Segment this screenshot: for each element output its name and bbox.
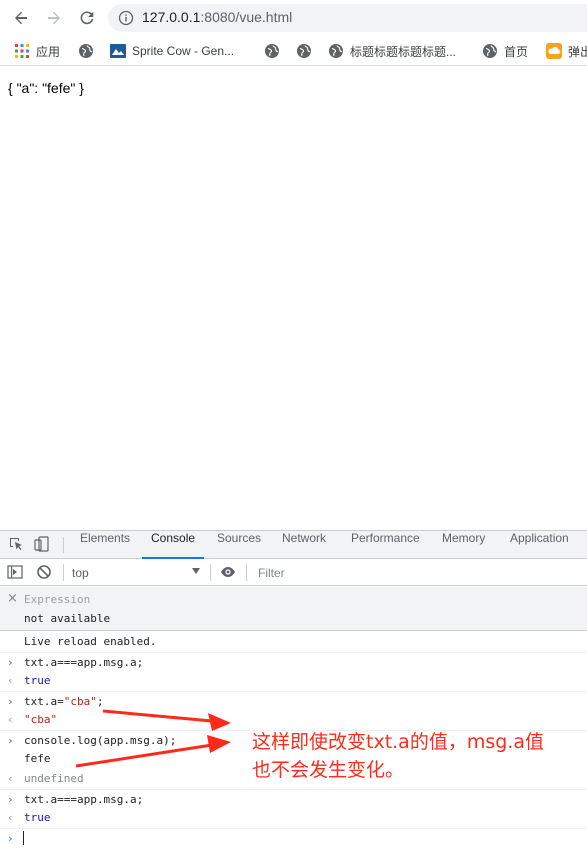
console-result-row: ‹ true — [0, 808, 587, 827]
result-arrow-icon: ‹ — [7, 674, 14, 687]
console-result: "cba" — [24, 713, 58, 726]
console-result: undefined — [24, 772, 84, 785]
forward-button[interactable] — [42, 6, 66, 30]
bookmark-title-label: 标题标题标题标题... — [350, 44, 457, 59]
inspect-element-icon[interactable] — [8, 536, 24, 552]
tab-performance[interactable]: Performance — [351, 531, 420, 559]
live-expression-value: not available — [24, 612, 111, 625]
devtools-tabbar: Elements Console Sources Network Perform… — [0, 531, 587, 559]
console-result-row: ‹ true — [0, 671, 587, 690]
url-path: :8080/vue.html — [200, 9, 293, 25]
console-log-text: fefe — [24, 752, 51, 765]
apps-grid-icon — [15, 44, 29, 58]
bookmark-title[interactable]: 标题标题标题标题... — [328, 41, 456, 61]
tab-memory[interactable]: Memory — [442, 531, 485, 559]
tab-elements[interactable]: Elements — [80, 531, 130, 559]
console-command: txt.a===app.msg.a; — [24, 793, 144, 806]
orange-cloud-icon — [546, 43, 562, 59]
live-expression: × Expression not available — [0, 587, 587, 631]
bookmark-apps[interactable]: 应用 — [14, 41, 60, 61]
address-bar[interactable]: 127.0.0.1:8080/vue.html — [108, 4, 587, 32]
console-command: txt.a===app.msg.a; — [24, 656, 144, 669]
command-code: txt.a= — [24, 695, 64, 708]
bookmark-sprite-cow-label: Sprite Cow - Gen... — [132, 44, 235, 58]
chevron-right-icon: › — [7, 656, 14, 669]
console-result: true — [24, 811, 51, 824]
console-log-text: Live reload enabled. — [24, 635, 157, 648]
arrow-left-icon — [15, 11, 27, 25]
console-input-row: › txt.a===app.msg.a; — [0, 652, 587, 671]
arrow-right-icon — [48, 11, 60, 25]
console-result-row: ‹ "cba" — [0, 710, 587, 729]
device-toolbar-icon[interactable] — [34, 536, 50, 552]
eye-icon[interactable] — [220, 564, 236, 580]
prompt-chevron-icon: › — [7, 832, 14, 845]
chevron-right-icon: › — [7, 734, 14, 747]
chevron-right-icon: › — [7, 695, 14, 708]
result-arrow-icon: ‹ — [7, 772, 14, 785]
tab-network[interactable]: Network — [282, 531, 326, 559]
clear-console-icon[interactable] — [36, 564, 52, 580]
sprite-cow-icon — [110, 44, 126, 58]
bookmark-apps-label: 应用 — [36, 44, 61, 59]
console-command: txt.a="cba"; — [24, 695, 104, 708]
bookmark-globe-1[interactable] — [78, 41, 94, 61]
console-result: true — [24, 674, 51, 687]
globe-icon — [79, 44, 93, 58]
page-viewport: { "a": "fefe" } — [0, 67, 587, 530]
toolbar-separator — [210, 564, 211, 581]
bookmark-home[interactable]: 首页 — [482, 41, 528, 61]
live-expression-label[interactable]: Expression — [24, 593, 90, 606]
dropdown-arrow-icon — [192, 568, 200, 574]
close-icon[interactable]: × — [7, 591, 18, 606]
globe-icon — [297, 44, 311, 58]
toolbar-separator — [63, 564, 64, 581]
command-code: ; — [96, 695, 104, 708]
text-caret — [23, 831, 24, 845]
bookmarks-bar: 应用 Sprite Cow - Gen... 标题标题标题标题... 首页 弹出 — [0, 36, 587, 66]
bookmark-danmu[interactable]: 弹出 — [546, 41, 587, 61]
globe-icon — [265, 44, 279, 58]
bookmark-globe-2[interactable] — [264, 41, 280, 61]
reload-button[interactable] — [75, 6, 99, 30]
devtools-panel: Elements Console Sources Network Perform… — [0, 530, 587, 852]
toolbar-separator — [246, 564, 247, 581]
tab-console[interactable]: Console — [142, 531, 205, 559]
console-command: console.log(app.msg.a); — [24, 734, 177, 747]
console-input-row: › txt.a===app.msg.a; — [0, 789, 587, 808]
context-selector-value: top — [72, 566, 89, 580]
reload-icon — [80, 11, 94, 25]
bookmark-danmu-label: 弹出 — [568, 44, 587, 59]
console-message: Live reload enabled. — [0, 632, 587, 651]
filter-input[interactable]: Filter — [258, 566, 285, 580]
annotation-note: 这样即使改变txt.a的值，msg.a值 也不会发生变化。 — [252, 728, 582, 784]
show-sidebar-icon[interactable] — [7, 564, 23, 580]
command-string: "cba" — [63, 695, 97, 708]
tab-application[interactable]: Application — [510, 531, 569, 559]
chevron-right-icon: › — [7, 793, 14, 806]
page-output-text: { "a": "fefe" } — [8, 80, 84, 96]
url-host: 127.0.0.1 — [142, 9, 201, 25]
result-arrow-icon: ‹ — [7, 713, 14, 726]
result-arrow-icon: ‹ — [7, 811, 14, 824]
url-text: 127.0.0.1:8080/vue.html — [142, 9, 292, 25]
bookmark-globe-3[interactable] — [296, 41, 312, 61]
console-input-row: › txt.a="cba"; — [0, 691, 587, 710]
browser-toolbar: 127.0.0.1:8080/vue.html — [0, 0, 587, 36]
globe-icon — [329, 44, 343, 58]
console-prompt[interactable]: › — [0, 828, 587, 847]
annotation-line-1: 这样即使改变txt.a的值，msg.a值 — [252, 731, 544, 753]
bookmark-sprite-cow[interactable]: Sprite Cow - Gen... — [110, 41, 234, 61]
console-toolbar: top Filter — [0, 559, 587, 586]
back-button[interactable] — [9, 6, 33, 30]
info-icon[interactable] — [118, 10, 134, 26]
tab-sources[interactable]: Sources — [217, 531, 261, 559]
devtools-separator — [63, 537, 64, 553]
globe-icon — [483, 44, 497, 58]
bookmark-home-label: 首页 — [504, 44, 529, 59]
annotation-line-2: 也不会发生变化。 — [252, 759, 405, 781]
